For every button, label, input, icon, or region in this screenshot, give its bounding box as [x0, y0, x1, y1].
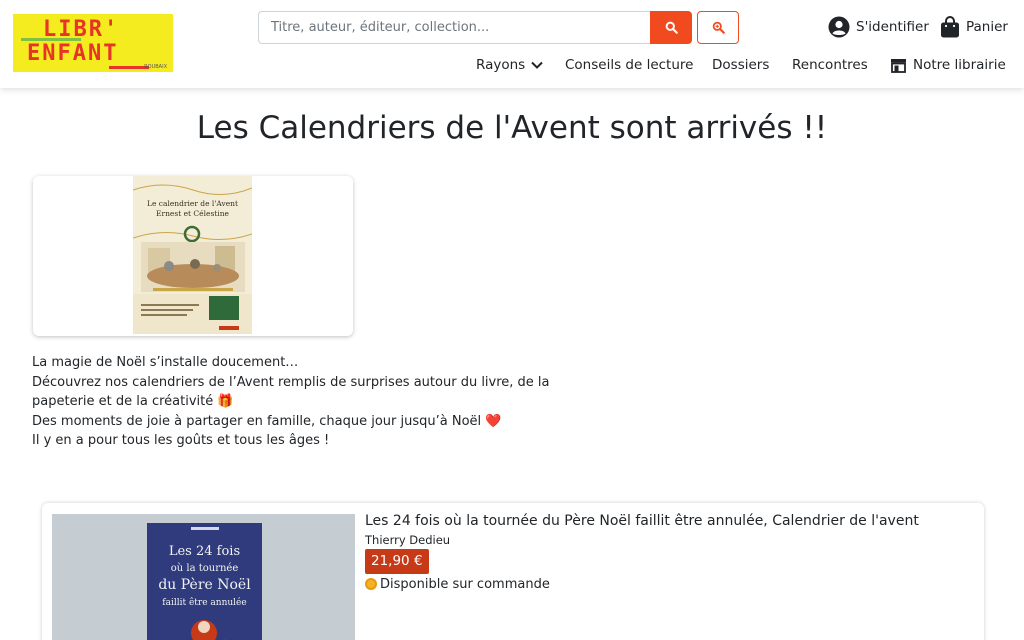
site-header: LIBR' ENFANT ROUBAIX S'identifier [0, 0, 1024, 88]
account-label: S'identifier [856, 19, 929, 35]
product-card[interactable]: Les 24 fois où la tournée du Père Noël f… [42, 503, 984, 640]
nav-label-conseils: Conseils de lecture [565, 57, 694, 73]
product-title[interactable]: Les 24 fois où la tournée du Père Noël f… [365, 513, 919, 529]
feature-cover-line-2: Ernest et Célestine [156, 209, 230, 218]
nav-item-conseils[interactable]: Conseils de lecture [565, 56, 693, 74]
advanced-search-button[interactable] [697, 11, 739, 44]
search-bar [258, 11, 692, 44]
feature-image-card[interactable]: Le calendrier de l'Avent Ernest et Céles… [33, 176, 353, 336]
nav-item-rencontres[interactable]: Rencontres [792, 56, 868, 74]
product-cover-line-2: où la tournée [171, 563, 239, 574]
chevron-down-icon [531, 61, 543, 69]
page-title: Les Calendriers de l'Avent sont arrivés … [196, 110, 828, 146]
logo-subtitle: ROUBAIX [144, 64, 167, 70]
feature-cover-line-1: Le calendrier de l'Avent [147, 199, 238, 208]
nav-item-notre-librairie[interactable]: Notre librairie [890, 56, 1006, 74]
logo-line-1: LIBR' [43, 17, 120, 42]
nav-label-rencontres: Rencontres [792, 57, 868, 73]
product-image-frame[interactable]: Les 24 fois où la tournée du Père Noël f… [52, 514, 355, 640]
search-button[interactable] [650, 11, 692, 44]
product-cover-image: Les 24 fois où la tournée du Père Noël f… [147, 523, 262, 640]
account-link[interactable]: S'identifier [828, 15, 929, 39]
advanced-search-icon [712, 21, 725, 34]
search-input[interactable] [258, 11, 651, 44]
advent-calendar-cover-image: Le calendrier de l'Avent Ernest et Céles… [133, 176, 252, 334]
availability-label: Disponible sur commande [380, 576, 550, 592]
search-icon [665, 21, 678, 34]
product-availability: Disponible sur commande [365, 576, 550, 592]
product-cover-line-4: faillit être annulée [162, 597, 246, 608]
product-cover-line-3: du Père Noël [158, 577, 251, 593]
user-icon [828, 16, 850, 38]
intro-line-1: La magie de Noël s’installe doucement… [32, 355, 299, 370]
store-icon [891, 58, 906, 73]
nav-label-rayons: Rayons [476, 57, 526, 73]
product-author[interactable]: Thierry Dedieu [365, 533, 450, 547]
product-cover-line-1: Les 24 fois [169, 544, 240, 559]
site-logo[interactable]: LIBR' ENFANT ROUBAIX [13, 14, 173, 72]
nav-item-dossiers[interactable]: Dossiers [712, 56, 769, 74]
intro-line-2: Découvrez nos calendriers de l’Avent rem… [32, 374, 550, 410]
nav-item-rayons[interactable]: Rayons [476, 56, 544, 74]
logo-line-2: ENFANT [27, 41, 119, 66]
nav-label-dossiers: Dossiers [712, 57, 770, 73]
product-price: 21,90 € [365, 549, 429, 574]
intro-line-4: Il y en a pour tous les goûts et tous le… [32, 433, 330, 448]
availability-status-icon [365, 578, 377, 590]
nav-label-notre-librairie: Notre librairie [913, 57, 1006, 73]
intro-text: La magie de Noël s’installe doucement… D… [32, 353, 572, 451]
shopping-bag-icon [941, 16, 959, 38]
cart-label: Panier [966, 19, 1008, 35]
intro-line-3: Des moments de joie à partager en famill… [32, 413, 502, 429]
cart-link[interactable]: Panier [940, 15, 1008, 39]
